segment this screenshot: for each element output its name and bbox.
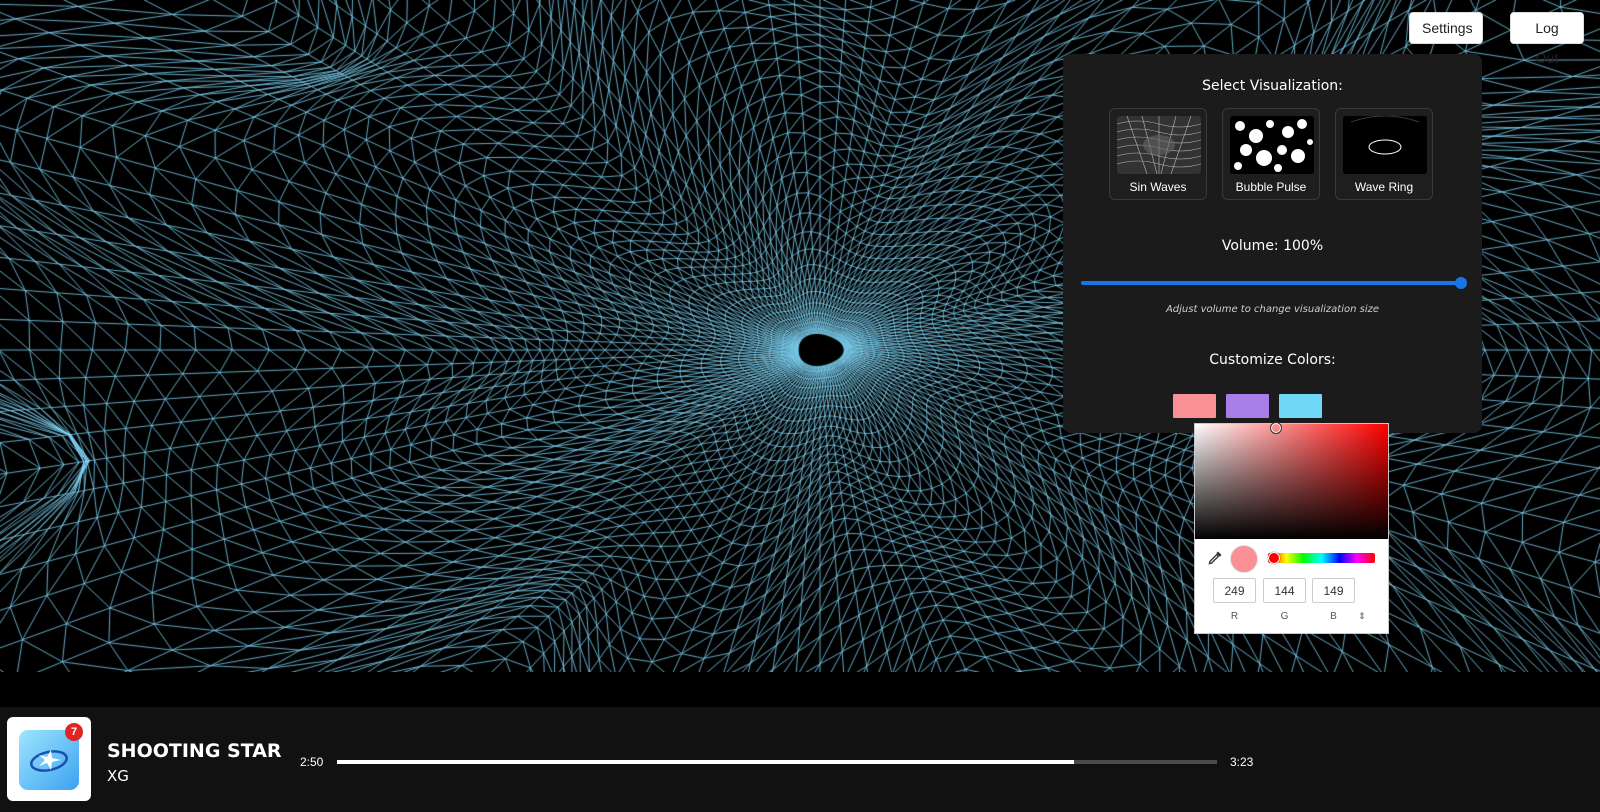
visualization-option-sin-waves[interactable]: Sin Waves bbox=[1109, 108, 1207, 200]
volume-slider[interactable] bbox=[1081, 275, 1467, 291]
elapsed-time: 2:50 bbox=[300, 755, 324, 769]
blue-label: B bbox=[1330, 611, 1337, 622]
saturation-value-area[interactable] bbox=[1195, 422, 1388, 539]
hue-slider-handle[interactable] bbox=[1268, 552, 1280, 564]
current-color-preview bbox=[1230, 545, 1258, 573]
sin-waves-thumbnail bbox=[1117, 116, 1201, 174]
track-title: SHOOTING STAR bbox=[107, 740, 282, 762]
volume-slider-fill bbox=[1081, 281, 1463, 285]
visualization-label: Sin Waves bbox=[1129, 180, 1187, 194]
playback-progress-bar[interactable] bbox=[337, 760, 1217, 764]
visualization-label: Bubble Pulse bbox=[1235, 180, 1307, 194]
visualization-option-bubble-pulse[interactable]: Bubble Pulse bbox=[1222, 108, 1320, 200]
player-bar: 7 SHOOTING STAR XG 2:50 3:23 bbox=[0, 707, 1600, 812]
notification-badge: 7 bbox=[65, 723, 83, 741]
black-gradient bbox=[1195, 424, 1388, 539]
color-mode-toggle-icon[interactable]: ⇕ bbox=[1357, 610, 1367, 622]
color-swatch-1[interactable] bbox=[1173, 394, 1216, 418]
volume-hint: Adjust volume to change visualization si… bbox=[1165, 304, 1380, 315]
settings-button[interactable]: Settings bbox=[1409, 12, 1483, 44]
customize-colors-heading: Customize Colors: bbox=[1209, 352, 1336, 368]
volume-slider-handle[interactable] bbox=[1455, 277, 1467, 289]
album-art[interactable]: 7 bbox=[7, 717, 91, 801]
blue-value-input[interactable] bbox=[1312, 578, 1355, 603]
track-artist: XG bbox=[107, 767, 129, 785]
select-visualization-heading: Select Visualization: bbox=[1202, 78, 1343, 94]
playback-progress-fill bbox=[337, 760, 1074, 764]
color-swatch-3[interactable] bbox=[1279, 394, 1322, 418]
track-duration: 3:23 bbox=[1230, 755, 1254, 769]
logout-button[interactable]: Log Out bbox=[1510, 12, 1584, 66]
hue-slider[interactable] bbox=[1268, 552, 1375, 564]
red-label: R bbox=[1230, 611, 1239, 622]
bubble-pulse-thumbnail bbox=[1230, 116, 1314, 174]
eyedropper-icon[interactable] bbox=[1207, 550, 1223, 566]
wave-ring-thumbnail bbox=[1343, 116, 1427, 174]
green-value-input[interactable] bbox=[1263, 578, 1306, 603]
visualization-label: Wave Ring bbox=[1354, 180, 1414, 194]
volume-label: Volume: 100% bbox=[1221, 238, 1324, 254]
green-label: G bbox=[1280, 611, 1289, 622]
visualization-option-wave-ring[interactable]: Wave Ring bbox=[1335, 108, 1433, 200]
color-swatch-2[interactable] bbox=[1226, 394, 1269, 418]
color-picker: R G B ⇕ bbox=[1194, 422, 1389, 634]
settings-panel: Select Visualization: Sin Waves Bubble P… bbox=[1063, 54, 1482, 433]
red-value-input[interactable] bbox=[1213, 578, 1256, 603]
